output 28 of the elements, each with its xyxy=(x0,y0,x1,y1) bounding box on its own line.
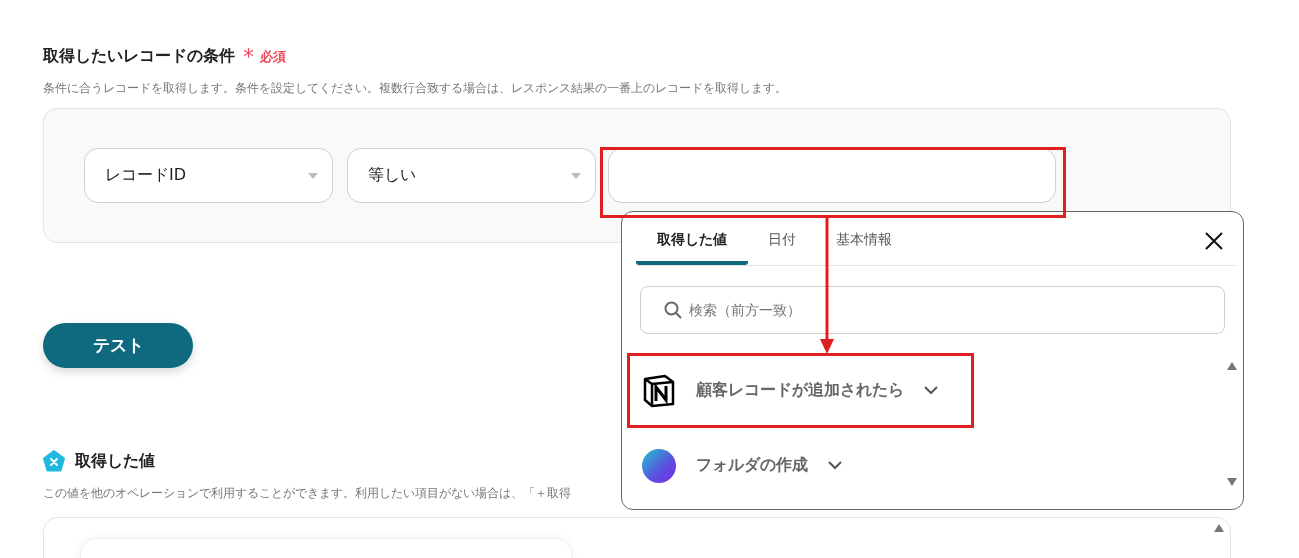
required-asterisk: * xyxy=(243,48,254,65)
scroll-up-icon[interactable] xyxy=(1214,524,1224,532)
cube-logo-icon xyxy=(642,373,676,408)
search-field[interactable]: 検索（前方一致） xyxy=(640,286,1225,334)
value-input[interactable] xyxy=(608,148,1056,203)
trigger-item[interactable]: 顧客レコードが追加されたら xyxy=(627,353,974,428)
popup-tab[interactable]: 取得した値 xyxy=(636,219,748,265)
section-title: 取得した値 xyxy=(75,450,155,472)
section-description: この値を他のオペレーションで利用することができます。利用したい項目がない場合は、「＋取得 xyxy=(43,486,572,501)
field-select[interactable]: レコードID xyxy=(84,148,333,203)
section-description: 条件に合うレコードを取得します。条件を設定してください。複数行合致する場合は、レスポンス結果の一番上のレコードを取得します。 xyxy=(43,81,788,96)
dropdown-caret-icon xyxy=(308,172,318,179)
chevron-down-icon xyxy=(828,461,842,470)
search-icon xyxy=(664,301,682,319)
trigger-item[interactable]: フォルダの作成 xyxy=(627,428,974,503)
close-icon[interactable] xyxy=(1205,232,1223,250)
pentagon-x-icon xyxy=(43,450,65,472)
required-label: 必須 xyxy=(260,47,286,66)
scroll-down-icon[interactable] xyxy=(1227,478,1237,486)
dropdown-caret-icon xyxy=(571,172,581,179)
scroll-up-icon[interactable] xyxy=(1227,362,1237,370)
popup-tab[interactable]: 日付 xyxy=(768,219,796,265)
test-button[interactable]: テスト xyxy=(43,323,193,368)
gradient-circle-logo-icon xyxy=(642,448,676,483)
chevron-down-icon xyxy=(924,386,938,395)
section-title: 取得したいレコードの条件 xyxy=(43,46,235,67)
operator-select[interactable]: 等しい xyxy=(347,148,596,203)
popup-tab[interactable]: 基本情報 xyxy=(836,219,892,265)
